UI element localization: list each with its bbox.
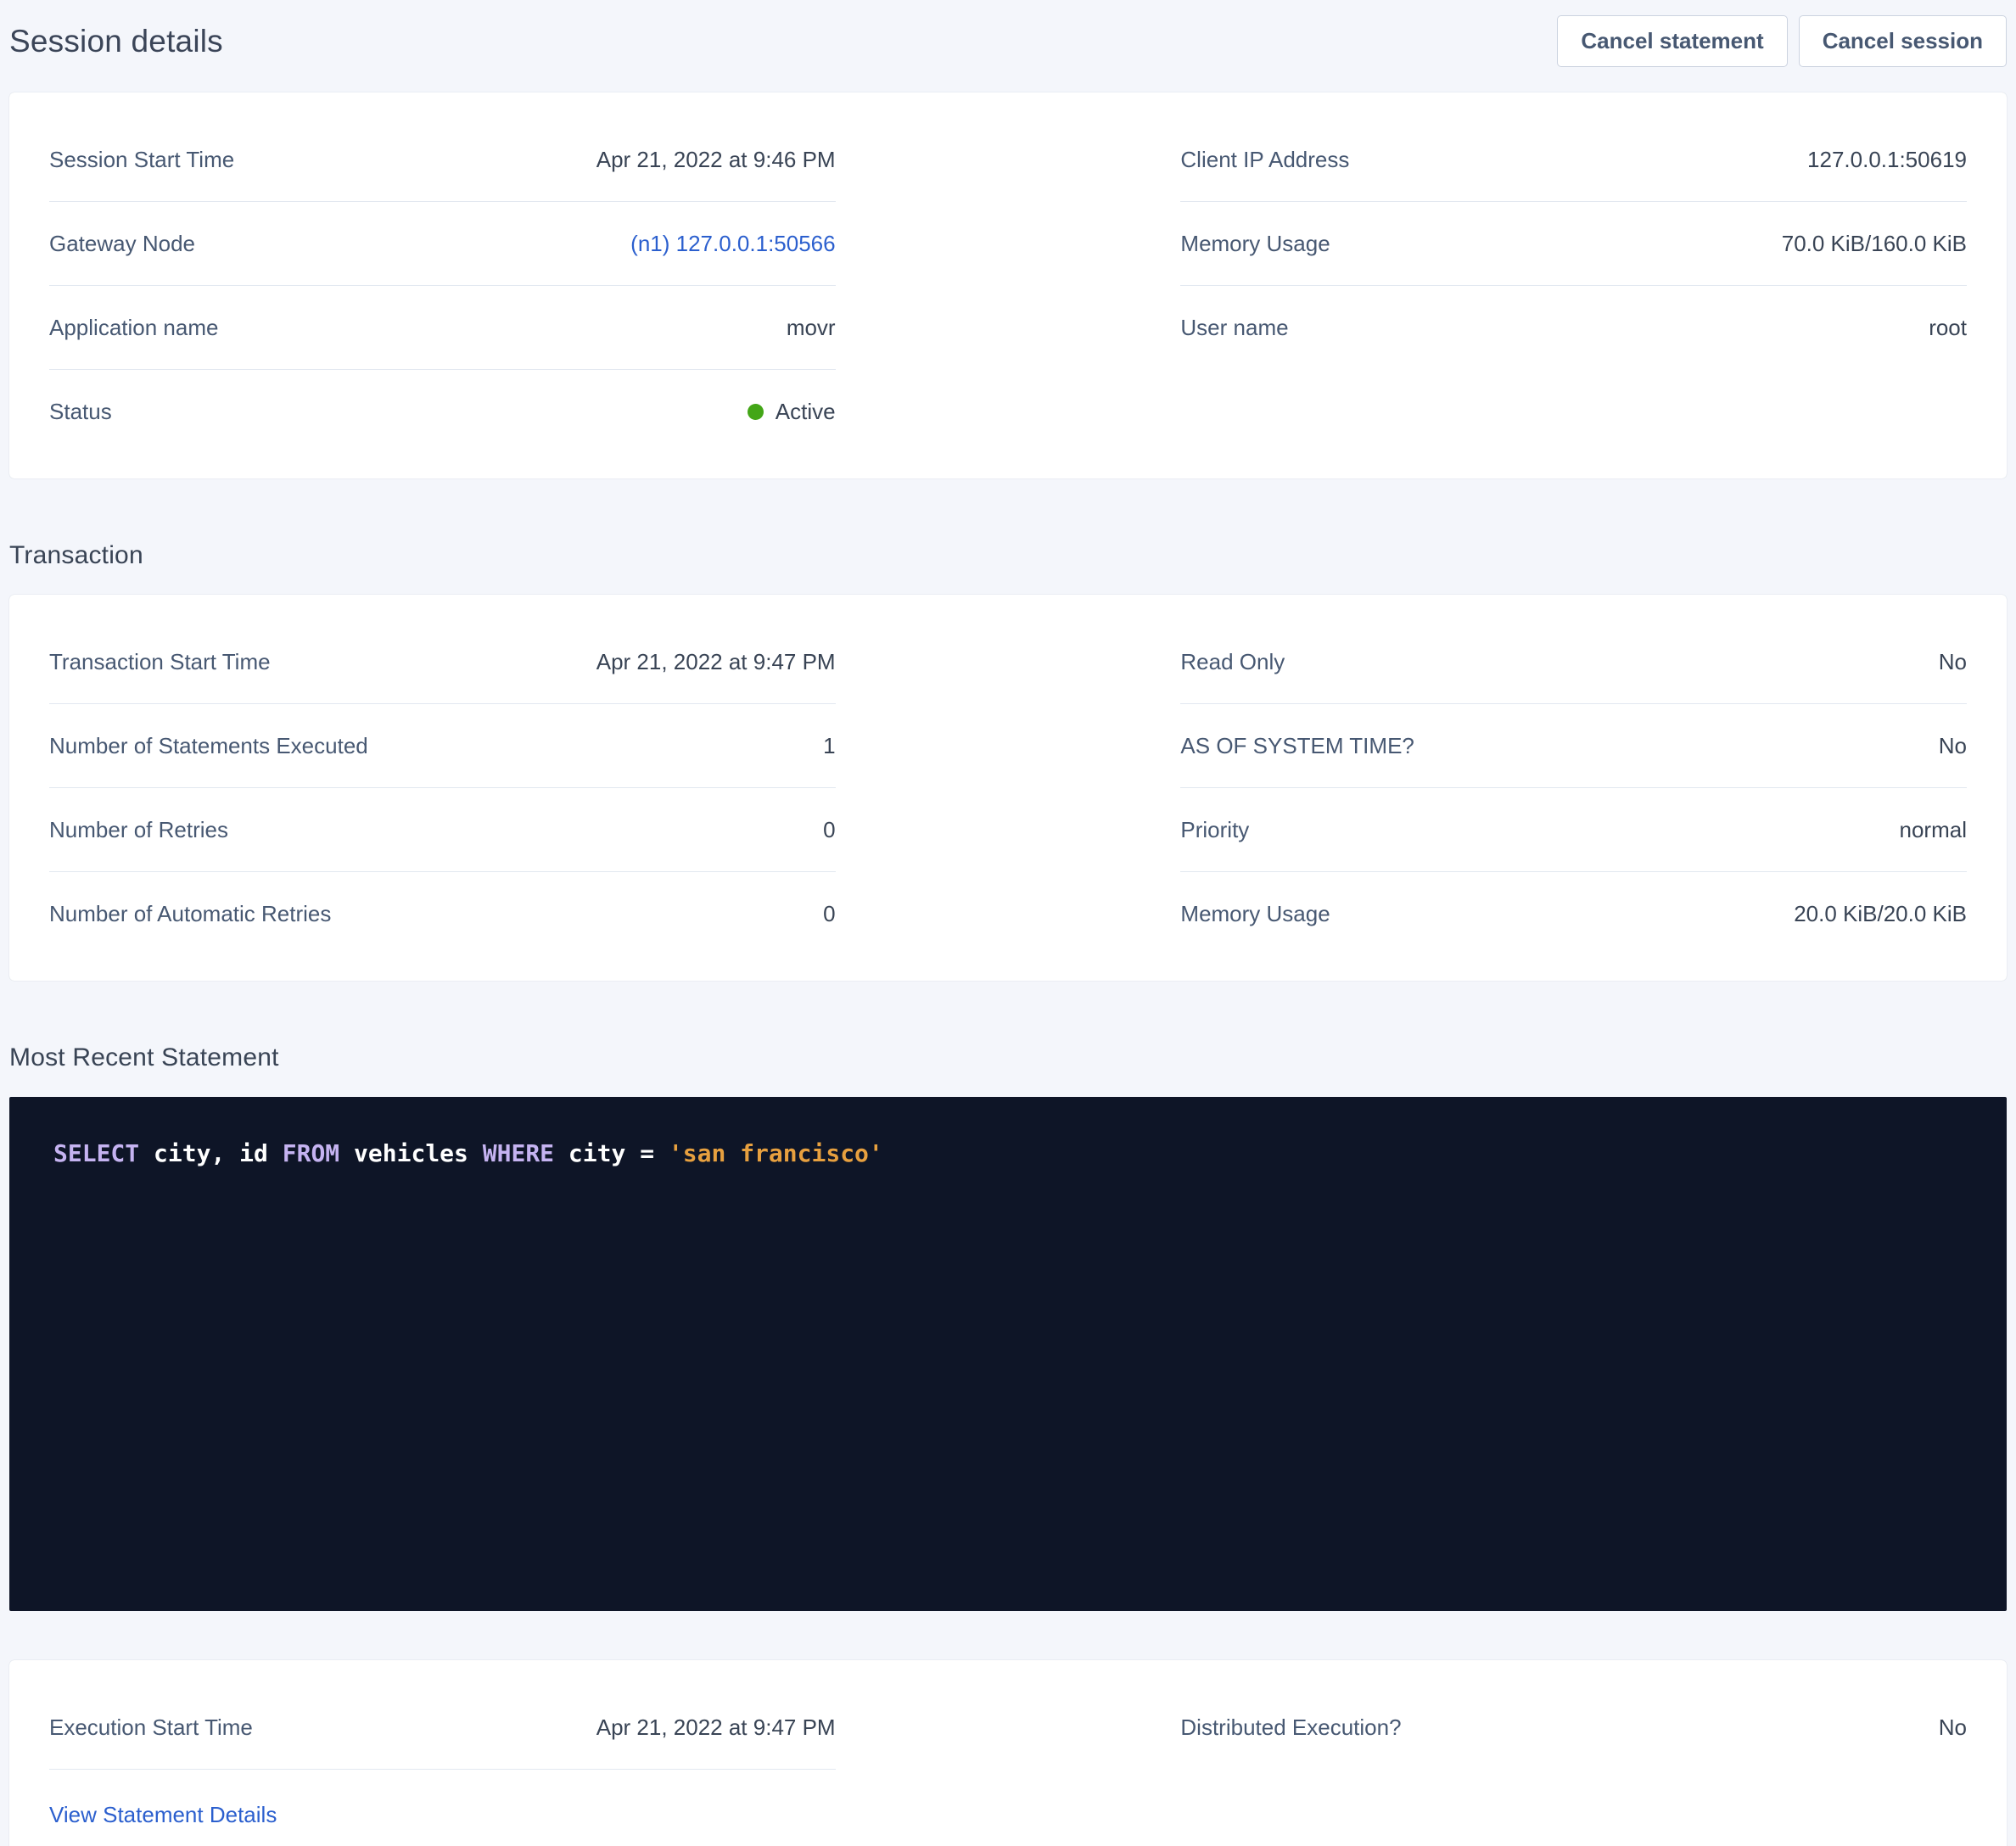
row-value: Apr 21, 2022 at 9:47 PM <box>596 1715 836 1740</box>
number-of-retries-row: Number of Retries 0 <box>49 788 836 872</box>
status-active-dot-icon <box>748 404 764 420</box>
sql-text: city = <box>554 1139 669 1167</box>
automatic-retries-row: Number of Automatic Retries 0 <box>49 872 836 955</box>
statements-executed-row: Number of Statements Executed 1 <box>49 704 836 788</box>
row-value: movr <box>787 315 836 340</box>
row-label: Priority <box>1180 817 1249 842</box>
row-label: Number of Statements Executed <box>49 733 368 758</box>
view-statement-details-link[interactable]: View Statement Details <box>49 1802 277 1827</box>
row-label: Execution Start Time <box>49 1715 253 1740</box>
distributed-execution-row: Distributed Execution? No <box>1180 1686 1967 1769</box>
sql-string-literal: 'san francisco' <box>669 1139 883 1167</box>
cancel-statement-button[interactable]: Cancel statement <box>1557 15 1787 67</box>
row-label: AS OF SYSTEM TIME? <box>1180 733 1414 758</box>
page-title: Session details <box>9 24 223 59</box>
sql-statement-box: SELECT city, id FROM vehicles WHERE city… <box>9 1097 2007 1611</box>
row-value: Apr 21, 2022 at 9:47 PM <box>596 649 836 674</box>
row-label: Distributed Execution? <box>1180 1715 1401 1740</box>
row-value: No <box>1939 733 1967 758</box>
header-actions: Cancel statement Cancel session <box>1557 15 2007 67</box>
row-value: normal <box>1900 817 1967 842</box>
read-only-row: Read Only No <box>1180 620 1967 704</box>
execution-left-column: Execution Start Time Apr 21, 2022 at 9:4… <box>49 1686 836 1828</box>
user-name-row: User name root <box>1180 286 1967 369</box>
transaction-card: Transaction Start Time Apr 21, 2022 at 9… <box>9 595 2007 981</box>
row-label: Number of Retries <box>49 817 228 842</box>
cancel-session-button[interactable]: Cancel session <box>1799 15 2007 67</box>
priority-row: Priority normal <box>1180 788 1967 872</box>
execution-start-time-row: Execution Start Time Apr 21, 2022 at 9:4… <box>49 1686 836 1770</box>
application-name-row: Application name movr <box>49 286 836 370</box>
most-recent-statement-heading: Most Recent Statement <box>9 1043 2007 1072</box>
row-label: User name <box>1180 315 1288 340</box>
row-value: 20.0 KiB/20.0 KiB <box>1794 901 1967 926</box>
session-details-page: Session details Cancel statement Cancel … <box>0 0 2016 1846</box>
transaction-start-time-row: Transaction Start Time Apr 21, 2022 at 9… <box>49 620 836 704</box>
sql-text: city, id <box>139 1139 283 1167</box>
row-label: Client IP Address <box>1180 147 1349 172</box>
row-value: No <box>1939 649 1967 674</box>
row-value: 0 <box>823 817 835 842</box>
transaction-heading: Transaction <box>9 541 2007 570</box>
row-label: Read Only <box>1180 649 1285 674</box>
row-label: Status <box>49 399 112 424</box>
view-statement-details-row: View Statement Details <box>49 1770 836 1828</box>
execution-card: Execution Start Time Apr 21, 2022 at 9:4… <box>9 1660 2007 1846</box>
row-label: Session Start Time <box>49 147 234 172</box>
session-summary-card: Session Start Time Apr 21, 2022 at 9:46 … <box>9 92 2007 478</box>
transaction-left-column: Transaction Start Time Apr 21, 2022 at 9… <box>49 620 836 955</box>
sql-keyword: SELECT <box>53 1139 139 1167</box>
session-right-column: Client IP Address 127.0.0.1:50619 Memory… <box>1180 118 1967 369</box>
status-row: Status Active <box>49 370 836 453</box>
status-value: Active <box>776 399 836 424</box>
session-left-column: Session Start Time Apr 21, 2022 at 9:46 … <box>49 118 836 453</box>
sql-keyword: FROM <box>283 1139 339 1167</box>
status-badge: Active <box>748 399 836 424</box>
session-start-time-row: Session Start Time Apr 21, 2022 at 9:46 … <box>49 118 836 202</box>
page-header: Session details Cancel statement Cancel … <box>9 15 2007 67</box>
execution-right-column: Distributed Execution? No <box>1180 1686 1967 1769</box>
transaction-memory-usage-row: Memory Usage 20.0 KiB/20.0 KiB <box>1180 872 1967 955</box>
row-label: Gateway Node <box>49 231 195 256</box>
as-of-system-time-row: AS OF SYSTEM TIME? No <box>1180 704 1967 788</box>
sql-statement: SELECT city, id FROM vehicles WHERE city… <box>53 1139 883 1167</box>
row-value: 0 <box>823 901 835 926</box>
sql-keyword: WHERE <box>483 1139 554 1167</box>
row-value: Apr 21, 2022 at 9:46 PM <box>596 147 836 172</box>
row-value: 127.0.0.1:50619 <box>1807 147 1967 172</box>
row-value: No <box>1939 1715 1967 1740</box>
row-value: 70.0 KiB/160.0 KiB <box>1782 231 1967 256</box>
gateway-node-link[interactable]: (n1) 127.0.0.1:50566 <box>630 231 835 256</box>
gateway-node-row: Gateway Node (n1) 127.0.0.1:50566 <box>49 202 836 286</box>
memory-usage-row: Memory Usage 70.0 KiB/160.0 KiB <box>1180 202 1967 286</box>
row-label: Number of Automatic Retries <box>49 901 331 926</box>
transaction-right-column: Read Only No AS OF SYSTEM TIME? No Prior… <box>1180 620 1967 955</box>
row-label: Memory Usage <box>1180 231 1330 256</box>
client-ip-row: Client IP Address 127.0.0.1:50619 <box>1180 118 1967 202</box>
sql-text: vehicles <box>339 1139 483 1167</box>
row-value: root <box>1929 315 1967 340</box>
row-label: Memory Usage <box>1180 901 1330 926</box>
row-label: Application name <box>49 315 218 340</box>
row-label: Transaction Start Time <box>49 649 271 674</box>
row-value: 1 <box>823 733 835 758</box>
